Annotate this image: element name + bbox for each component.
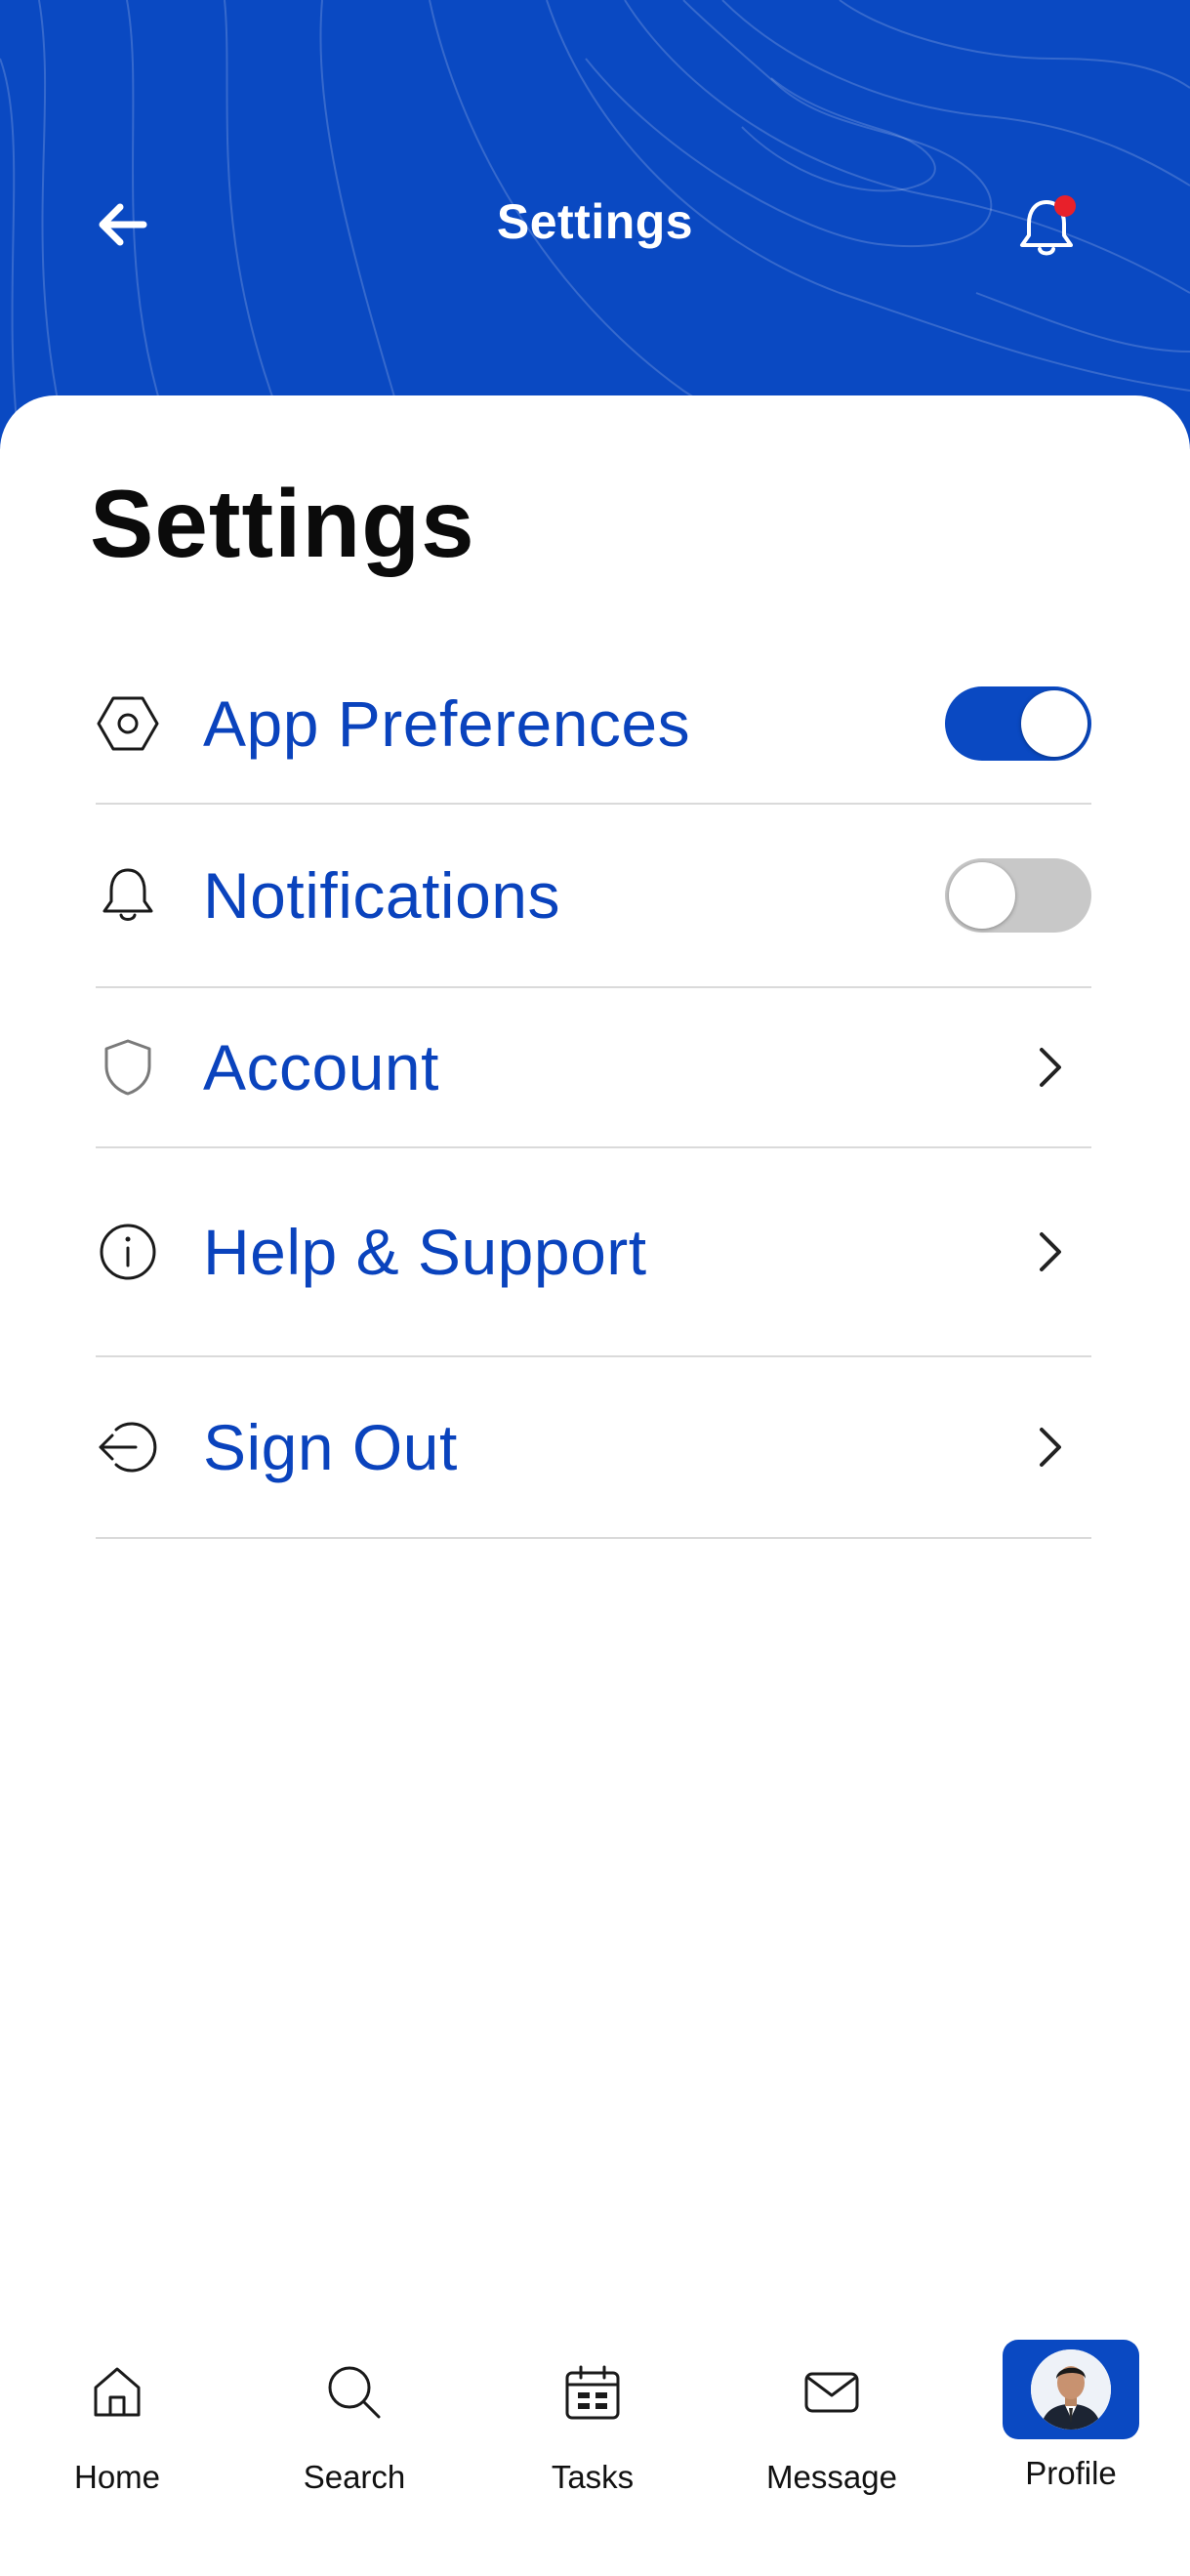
nav-item-home[interactable]: Home (20, 2314, 215, 2510)
home-icon (78, 2353, 156, 2431)
bell-icon (96, 863, 160, 928)
settings-item-label: Notifications (203, 859, 560, 932)
toggle-knob (1021, 690, 1087, 757)
nav-label: Message (766, 2459, 897, 2495)
info-icon (96, 1220, 160, 1284)
profile-active-indicator (1003, 2340, 1139, 2439)
settings-item-label: Help & Support (203, 1216, 647, 1288)
avatar (1031, 2349, 1111, 2430)
chevron-right-icon (1021, 1418, 1080, 1476)
header: Settings (0, 0, 1190, 449)
settings-list: App Preferences Notifications Account He… (96, 644, 1091, 1539)
nav-label: Tasks (551, 2459, 635, 2495)
notifications-button[interactable] (1005, 187, 1087, 270)
nav-item-profile[interactable]: Profile (973, 2314, 1169, 2510)
page-title: Settings (90, 470, 475, 577)
chevron-right-icon (1021, 1038, 1080, 1097)
logout-icon (96, 1415, 160, 1479)
search-icon (315, 2353, 393, 2431)
nav-label: Search (303, 2459, 406, 2495)
chevron-right-icon (1021, 1223, 1080, 1281)
settings-item-notifications[interactable]: Notifications (96, 805, 1091, 988)
app-preferences-toggle[interactable] (945, 686, 1091, 761)
calendar-icon (554, 2353, 632, 2431)
settings-item-help-support[interactable]: Help & Support (96, 1148, 1091, 1357)
settings-item-sign-out[interactable]: Sign Out (96, 1357, 1091, 1539)
notification-dot (1054, 195, 1076, 217)
bottom-nav: Home Search Tasks Message Profile (0, 2314, 1190, 2510)
nav-item-tasks[interactable]: Tasks (495, 2314, 690, 2510)
notifications-toggle[interactable] (945, 858, 1091, 933)
settings-item-account[interactable]: Account (96, 988, 1091, 1148)
settings-item-label: Sign Out (203, 1411, 458, 1483)
envelope-icon (793, 2353, 871, 2431)
nav-label: Profile (1025, 2455, 1117, 2491)
settings-screen: Settings Settings App Preferences Notifi… (0, 0, 1190, 2576)
nav-item-message[interactable]: Message (734, 2314, 929, 2510)
nav-label: Home (73, 2459, 161, 2495)
settings-item-label: Account (203, 1031, 439, 1103)
hexagon-gear-icon (96, 691, 160, 756)
nav-item-search[interactable]: Search (257, 2314, 452, 2510)
toggle-knob (949, 862, 1015, 929)
settings-item-app-preferences[interactable]: App Preferences (96, 644, 1091, 805)
shield-icon (96, 1035, 160, 1100)
settings-item-label: App Preferences (203, 687, 691, 760)
